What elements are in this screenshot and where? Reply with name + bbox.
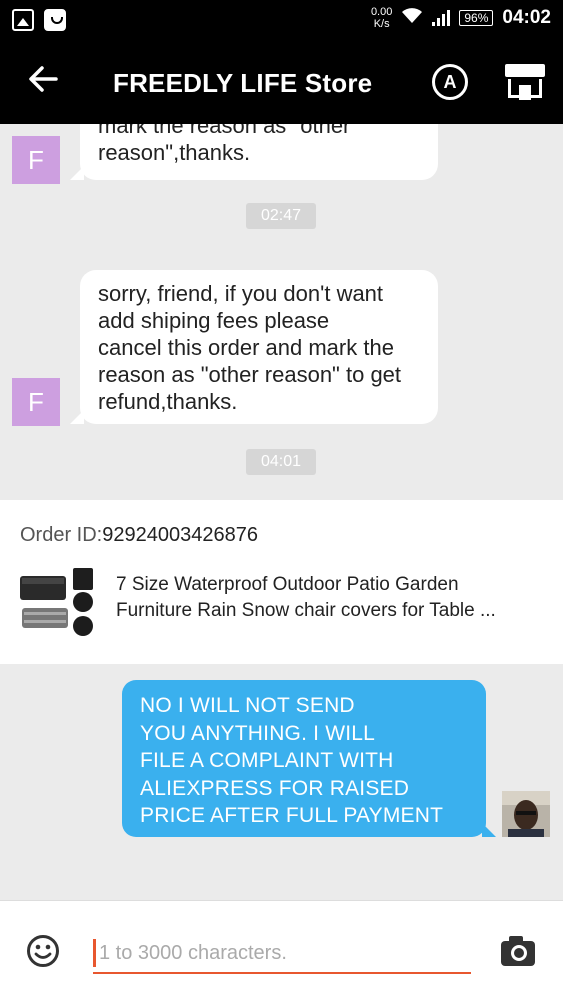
shop-icon[interactable]: [505, 64, 545, 100]
order-id: Order ID:92924003426876: [20, 524, 258, 547]
product-title-line: 7 Size Waterproof Outdoor Patio Garden: [116, 574, 459, 595]
back-button[interactable]: [26, 62, 66, 102]
message-timestamp: 04:01: [246, 449, 316, 475]
store-message-bubble: mark the reason as "other reason",thanks…: [70, 124, 438, 180]
store-title: FREEDLY LIFE Store: [113, 68, 373, 98]
order-id-number: 92924003426876: [102, 524, 258, 546]
message-line: NO I WILL NOT SEND: [140, 694, 355, 717]
message-line: cancel this order and mark the: [98, 335, 394, 360]
message-line: reason as "other reason" to get: [98, 362, 402, 387]
message-line: sorry, friend, if you don't want: [98, 281, 384, 306]
message-line: mark the reason as "other: [98, 124, 351, 138]
chat-header: FREEDLY LIFE Store A: [0, 40, 563, 124]
signal-icon: [432, 10, 451, 26]
message-input[interactable]: [93, 934, 471, 974]
order-id-label: Order ID:: [20, 524, 103, 546]
message-line: reason",thanks.: [98, 140, 251, 165]
network-speed-unit: K/s: [373, 18, 390, 30]
user-avatar[interactable]: [502, 791, 550, 837]
network-speed-value: 0.00: [370, 6, 393, 18]
status-time: 04:02: [502, 7, 551, 28]
message-line: FILE A COMPLAINT WITH: [140, 749, 394, 772]
translate-button[interactable]: A: [432, 64, 468, 100]
status-bar: 0.00 K/s 96% 04:02: [0, 0, 563, 40]
product-title[interactable]: 7 Size Waterproof Outdoor Patio Garden F…: [116, 572, 546, 624]
product-thumbnail[interactable]: [18, 568, 98, 638]
message-composer: [0, 900, 563, 1000]
my-message-bubble: NO I WILL NOT SEND YOU ANYTHING. I WILL …: [122, 680, 496, 837]
network-speed: 0.00 K/s: [371, 6, 392, 30]
battery-indicator: 96%: [459, 10, 494, 26]
product-title-line: Furniture Rain Snow chair covers for Tab…: [116, 600, 496, 621]
message-timestamp: 02:47: [246, 203, 316, 229]
store-avatar[interactable]: F: [12, 136, 60, 184]
emoji-icon[interactable]: [26, 934, 60, 968]
chat-messages[interactable]: F mark the reason as "other reason",than…: [0, 124, 563, 900]
text-cursor: [93, 939, 96, 967]
message-line: ALIEXPRESS FOR RAISED: [140, 776, 410, 800]
message-line: refund,thanks.: [98, 389, 238, 414]
order-card[interactable]: Order ID:92924003426876 7 Size Waterproo…: [0, 500, 563, 664]
image-notification-icon: [12, 9, 34, 31]
message-line: PRICE AFTER FULL PAYMENT: [140, 804, 444, 827]
arrow-left-icon: [29, 66, 58, 92]
store-avatar[interactable]: F: [12, 378, 60, 426]
shopping-bag-notification-icon: [44, 9, 66, 31]
store-message-bubble: sorry, friend, if you don't want add shi…: [70, 270, 438, 424]
message-line: YOU ANYTHING. I WILL: [140, 721, 376, 745]
message-line: add shiping fees please: [98, 308, 330, 333]
camera-icon[interactable]: [500, 935, 536, 967]
wifi-icon: [401, 7, 423, 30]
